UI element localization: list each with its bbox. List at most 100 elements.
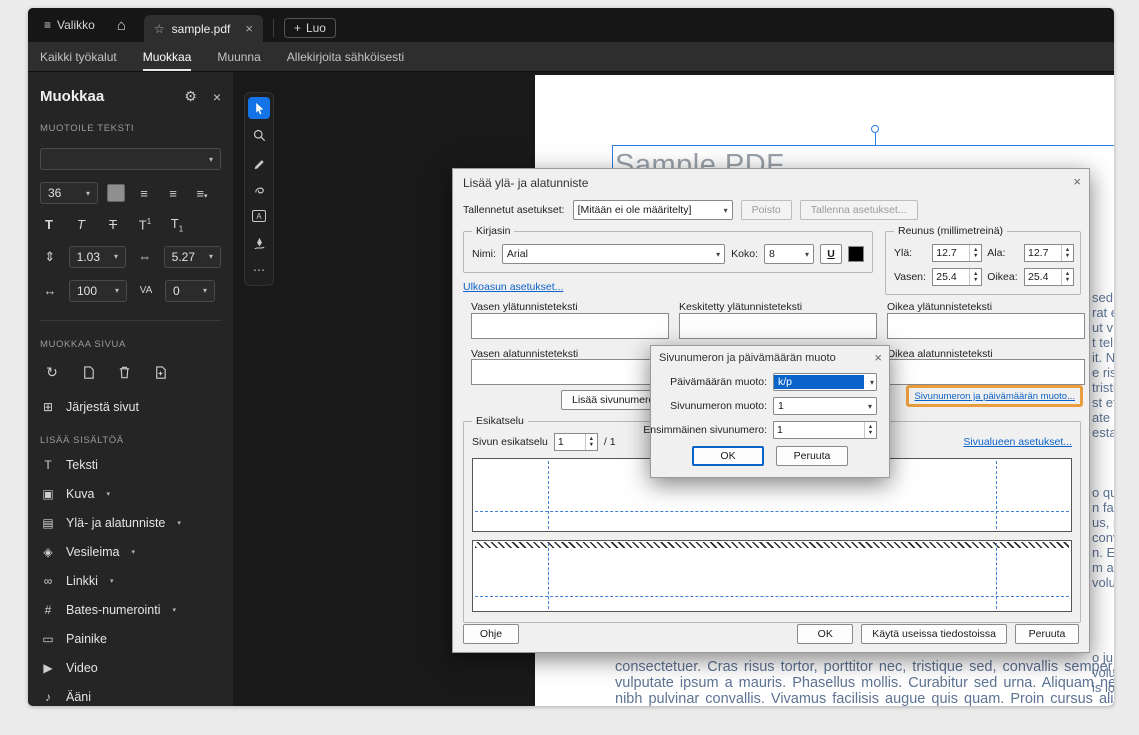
align-options-icon[interactable]: ≡▾ <box>192 186 212 201</box>
selection-rotate-handle[interactable] <box>871 125 879 133</box>
selection-handle-stem <box>875 133 876 145</box>
first-page-number-spinner[interactable]: 1▲▼ <box>773 421 877 439</box>
menu-item-convert[interactable]: Muunna <box>217 42 260 71</box>
baseline-offset-select[interactable]: 0▾ <box>165 280 215 302</box>
spinner-arrows-icon[interactable]: ▲▼ <box>864 422 876 438</box>
save-settings-button[interactable]: Tallenna asetukset... <box>800 200 918 220</box>
spinner-arrows-icon[interactable]: ▲▼ <box>585 434 597 450</box>
add-text-tool[interactable]: A <box>248 205 270 227</box>
font-family-select[interactable]: ▾ <box>40 148 221 170</box>
subscript-icon[interactable]: T1 <box>168 216 186 234</box>
draw-tool[interactable] <box>248 178 270 200</box>
item-menu-caret-icon[interactable]: ▾ <box>177 519 181 527</box>
create-button[interactable]: + Luo <box>284 18 336 38</box>
page-range-options-link[interactable]: Sivualueen asetukset... <box>963 436 1072 448</box>
margin-right-spinner[interactable]: 25.4▲▼ <box>1024 268 1074 286</box>
list-item[interactable]: # Bates-numerointi ▾ <box>40 601 221 620</box>
page-number-format-link[interactable]: Sivunumeron ja päivämäärän muoto... <box>914 391 1075 402</box>
delete-setting-button[interactable]: Poisto <box>741 200 792 220</box>
spinner-arrows-icon[interactable]: ▲▼ <box>969 245 981 261</box>
margin-top-spinner[interactable]: 12.7▲▼ <box>932 244 982 262</box>
document-tab[interactable]: ☆ sample.pdf × <box>144 15 263 42</box>
panel-title: Muokkaa <box>40 88 104 105</box>
underline-button[interactable]: U <box>820 244 842 264</box>
font-group: Kirjasin Nimi: Arial▾ Koko: 8▾ U <box>463 231 873 273</box>
help-button[interactable]: Ohje <box>463 624 519 644</box>
menu-item-esign[interactable]: Allekirjoita sähköisesti <box>287 42 404 71</box>
star-icon[interactable]: ☆ <box>154 22 165 36</box>
panel-close-icon[interactable]: × <box>213 89 221 105</box>
line-spacing-select[interactable]: 1.03▾ <box>69 246 126 268</box>
gear-icon[interactable]: ⚙ <box>184 88 197 105</box>
cancel-button[interactable]: Peruuta <box>1015 624 1079 644</box>
insert-page-icon[interactable] <box>148 362 172 384</box>
spinner-arrows-icon[interactable]: ▲▼ <box>1061 269 1073 285</box>
app-menu-button[interactable]: ≡ Valikko <box>38 14 101 36</box>
list-item[interactable]: ∞ Linkki ▾ <box>40 572 221 591</box>
item-menu-caret-icon[interactable]: ▾ <box>173 606 177 614</box>
more-tools-button[interactable]: ⋯ <box>248 259 270 281</box>
delete-page-icon[interactable] <box>112 362 136 384</box>
footer-left-input[interactable] <box>471 359 669 385</box>
item-menu-caret-icon[interactable]: ▾ <box>110 577 114 585</box>
rotate-page-icon[interactable]: ↻ <box>40 362 64 384</box>
apply-multiple-files-button[interactable]: Käytä useissa tiedostoissa <box>861 624 1007 644</box>
margin-bottom-spinner[interactable]: 12.7▲▼ <box>1024 244 1074 262</box>
date-format-select[interactable]: k/p▾ <box>773 373 877 391</box>
hamburger-icon: ≡ <box>44 18 51 32</box>
item-menu-caret-icon[interactable]: ▾ <box>132 548 136 556</box>
italic-icon[interactable]: T <box>72 217 90 232</box>
superscript-icon[interactable]: T1 <box>136 217 154 232</box>
select-tool[interactable] <box>248 97 270 119</box>
bullet-list-icon[interactable]: ≡ <box>134 186 154 201</box>
item-label: Linkki <box>66 574 98 588</box>
extract-page-icon[interactable] <box>76 362 100 384</box>
zoom-tool[interactable] <box>248 124 270 146</box>
saved-settings-select[interactable]: [Mitään ei ole määritelty]▾ <box>573 200 733 220</box>
font-color-swatch[interactable] <box>107 184 125 202</box>
dialog-close-icon[interactable]: × <box>874 350 882 365</box>
text-scribble <box>475 542 1069 548</box>
highlighter-tool[interactable] <box>248 151 270 173</box>
list-item[interactable]: ▣ Kuva ▾ <box>40 485 221 504</box>
font-size-select[interactable]: 36▾ <box>40 182 98 204</box>
page-number-format-label: Sivunumeron muoto: <box>670 400 767 412</box>
horizontal-scale-select[interactable]: 100▾ <box>69 280 127 302</box>
list-item[interactable]: T Teksti <box>40 456 221 475</box>
char-spacing-select[interactable]: 5.27▾ <box>164 246 221 268</box>
strikethrough-icon[interactable]: T <box>104 217 122 232</box>
preview-page-spinner[interactable]: 1▲▼ <box>554 433 598 451</box>
spinner-arrows-icon[interactable]: ▲▼ <box>969 269 981 285</box>
numbered-list-icon[interactable]: ≡ <box>163 186 183 201</box>
ok-button[interactable]: OK <box>797 624 853 644</box>
text-color-swatch[interactable] <box>848 246 864 262</box>
spinner-arrows-icon[interactable]: ▲▼ <box>1061 245 1073 261</box>
margin-left-label: Vasen: <box>894 271 927 283</box>
pdf-body-text[interactable]: consectetuer. Cras risus tortor, porttit… <box>615 660 1114 706</box>
tab-close-icon[interactable]: × <box>245 21 253 36</box>
menu-item-all-tools[interactable]: Kaikki työkalut <box>40 42 117 71</box>
list-item[interactable]: ◈ Vesileima ▾ <box>40 543 221 562</box>
list-item[interactable]: ▶ Video <box>40 659 221 678</box>
header-center-input[interactable] <box>679 313 877 339</box>
ok-button[interactable]: OK <box>692 446 764 466</box>
margin-left-spinner[interactable]: 25.4▲▼ <box>932 268 982 286</box>
bold-icon[interactable]: T <box>40 217 58 232</box>
item-menu-caret-icon[interactable]: ▾ <box>107 490 111 498</box>
header-right-input[interactable] <box>887 313 1085 339</box>
font-name-select[interactable]: Arial▾ <box>502 244 725 264</box>
font-size-select[interactable]: 8▾ <box>764 244 814 264</box>
menu-item-edit[interactable]: Muokkaa <box>143 42 192 71</box>
sign-tool[interactable] <box>248 232 270 254</box>
list-item[interactable]: ▭ Painike <box>40 630 221 649</box>
cancel-button[interactable]: Peruuta <box>776 446 848 466</box>
footer-right-input[interactable] <box>887 359 1085 385</box>
header-left-input[interactable] <box>471 313 669 339</box>
page-number-format-select[interactable]: 1▾ <box>773 397 877 415</box>
list-item[interactable]: ▤ Ylä- ja alatunniste ▾ <box>40 514 221 533</box>
home-button[interactable]: ⌂ <box>109 17 134 34</box>
organize-pages-item[interactable]: ⊞ Järjestä sivut <box>40 398 221 417</box>
dialog-close-icon[interactable]: × <box>1073 174 1081 189</box>
list-item[interactable]: ♪ Ääni <box>40 688 221 706</box>
appearance-options-link[interactable]: Ulkoasun asetukset... <box>463 281 563 293</box>
